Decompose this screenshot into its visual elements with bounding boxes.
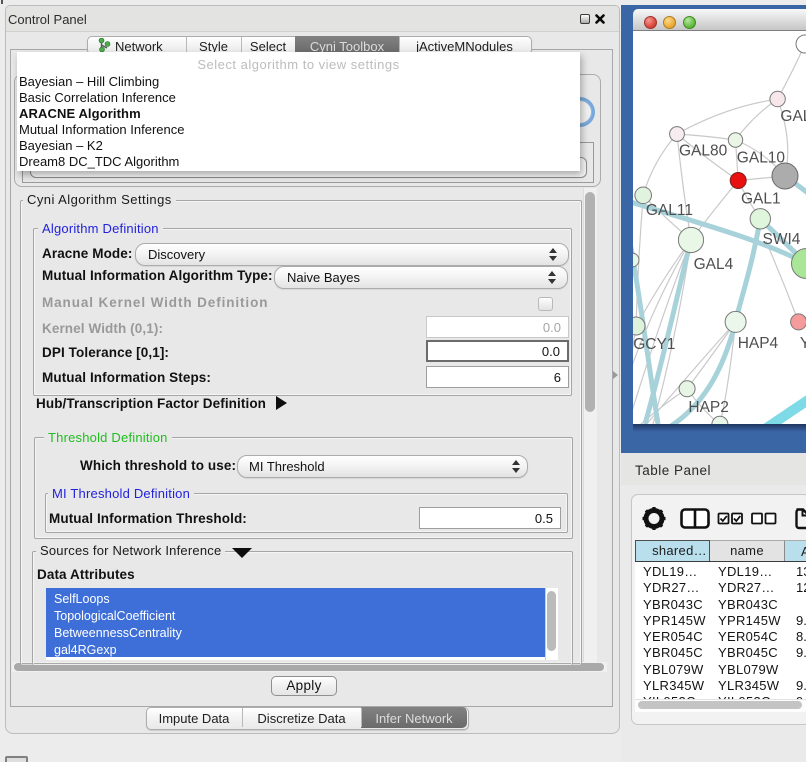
svg-text:SWI4: SWI4 [763,231,801,248]
svg-text:GAL10: GAL10 [737,150,786,167]
svg-text:HAP2: HAP2 [688,399,729,416]
svg-text:GAL4: GAL4 [694,256,734,273]
svg-text:HAP4: HAP4 [738,335,779,352]
svg-text:GAL7: GAL7 [780,108,806,125]
svg-text:GCY1: GCY1 [633,336,675,353]
svg-text:GAL80: GAL80 [679,143,728,160]
svg-text:GAL1: GAL1 [741,191,781,208]
svg-text:YM: YM [800,335,806,352]
svg-text:GAL11: GAL11 [646,202,693,219]
